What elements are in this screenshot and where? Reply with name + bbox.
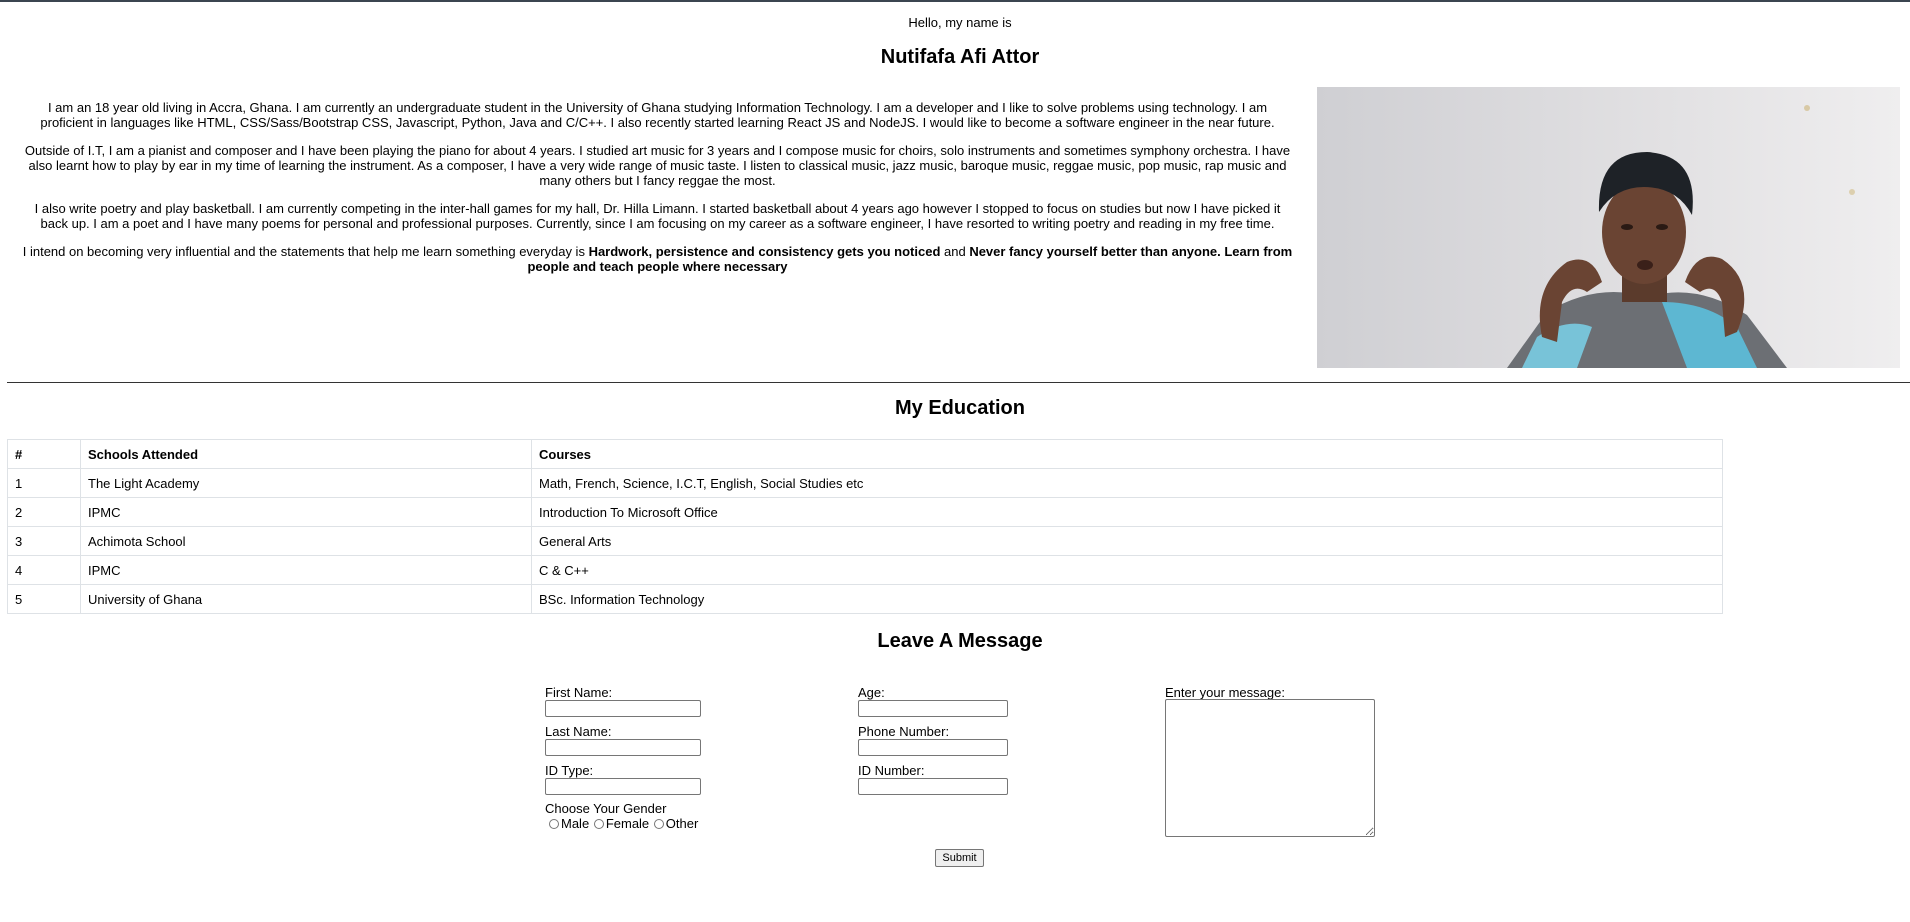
- table-row: 3 Achimota School General Arts: [7, 526, 1723, 556]
- message-label: Enter your message:: [1165, 685, 1285, 700]
- motto-one: Hardwork, persistence and consistency ge…: [588, 244, 941, 259]
- gender-option-label: Male: [561, 816, 590, 831]
- motto-paragraph: I intend on becoming very influential an…: [20, 244, 1295, 274]
- row-number: 3: [7, 526, 81, 556]
- table-row: 5 University of Ghana BSc. Information T…: [7, 584, 1723, 614]
- bio-paragraph: I am an 18 year old living in Accra, Gha…: [40, 100, 1275, 130]
- row-number: 2: [7, 497, 81, 527]
- phone-number-input[interactable]: [858, 739, 1008, 756]
- courses: C & C++: [531, 555, 1723, 585]
- id-number-label: ID Number:: [858, 763, 925, 778]
- row-number: 5: [7, 584, 81, 614]
- table-row: 4 IPMC C & C++: [7, 555, 1723, 585]
- profile-photo: [1317, 87, 1900, 368]
- message-textarea[interactable]: [1165, 699, 1375, 837]
- bio-paragraph: I also write poetry and play basketball.…: [34, 201, 1281, 231]
- education-title: My Education: [894, 397, 1025, 419]
- column-header-number: #: [7, 439, 81, 469]
- table-row: 1 The Light Academy Math, French, Scienc…: [7, 468, 1723, 498]
- radio-female[interactable]: [593, 819, 604, 829]
- radio-other[interactable]: [653, 819, 664, 829]
- courses: General Arts: [531, 526, 1723, 556]
- courses: Math, French, Science, I.C.T, English, S…: [531, 468, 1723, 498]
- table-header-row: # Schools Attended Courses: [7, 439, 1723, 469]
- top-border: [0, 0, 1910, 2]
- school-name: IPMC: [80, 555, 532, 585]
- id-type-input[interactable]: [545, 778, 701, 795]
- bio-paragraph: Outside of I.T, I am a pianist and compo…: [24, 143, 1291, 188]
- submit-button[interactable]: Submit: [935, 849, 984, 867]
- row-number: 4: [7, 555, 81, 585]
- gender-option-female[interactable]: Female: [593, 816, 649, 831]
- gender-option-male[interactable]: Male: [548, 816, 589, 831]
- age-label: Age:: [858, 685, 885, 700]
- education-table: # Schools Attended Courses 1 The Light A…: [7, 439, 1723, 614]
- motto-intro: I intend on becoming very influential an…: [22, 244, 589, 259]
- page-title: Nutifafa Afi Attor: [880, 46, 1040, 68]
- gender-option-other[interactable]: Other: [653, 816, 699, 831]
- column-header-courses: Courses: [531, 439, 1723, 469]
- id-type-label: ID Type:: [545, 763, 594, 778]
- school-name: The Light Academy: [80, 468, 532, 498]
- gender-options: Male Female Other: [548, 816, 698, 831]
- bio: I am an 18 year old living in Accra, Gha…: [20, 100, 1295, 287]
- age-input[interactable]: [858, 700, 1008, 717]
- gender-option-label: Female: [605, 816, 650, 831]
- divider: [7, 382, 1910, 383]
- motto-joiner: and: [940, 244, 970, 259]
- greeting: Hello, my name is: [908, 15, 1012, 30]
- table-row: 2 IPMC Introduction To Microsoft Office: [7, 497, 1723, 527]
- courses: BSc. Information Technology: [531, 584, 1723, 614]
- school-name: University of Ghana: [80, 584, 532, 614]
- school-name: IPMC: [80, 497, 532, 527]
- courses: Introduction To Microsoft Office: [531, 497, 1723, 527]
- id-number-input[interactable]: [858, 778, 1008, 795]
- row-number: 1: [7, 468, 81, 498]
- radio-male[interactable]: [549, 819, 559, 829]
- gender-option-label: Other: [665, 816, 699, 831]
- first-name-label: First Name:: [545, 685, 613, 700]
- gender-label: Choose Your Gender: [545, 801, 667, 816]
- school-name: Achimota School: [80, 526, 532, 556]
- message-form-title: Leave A Message: [877, 630, 1043, 652]
- first-name-input[interactable]: [545, 700, 701, 717]
- column-header-schools: Schools Attended: [80, 439, 532, 469]
- phone-number-label: Phone Number:: [858, 724, 950, 739]
- last-name-input[interactable]: [545, 739, 701, 756]
- last-name-label: Last Name:: [545, 724, 612, 739]
